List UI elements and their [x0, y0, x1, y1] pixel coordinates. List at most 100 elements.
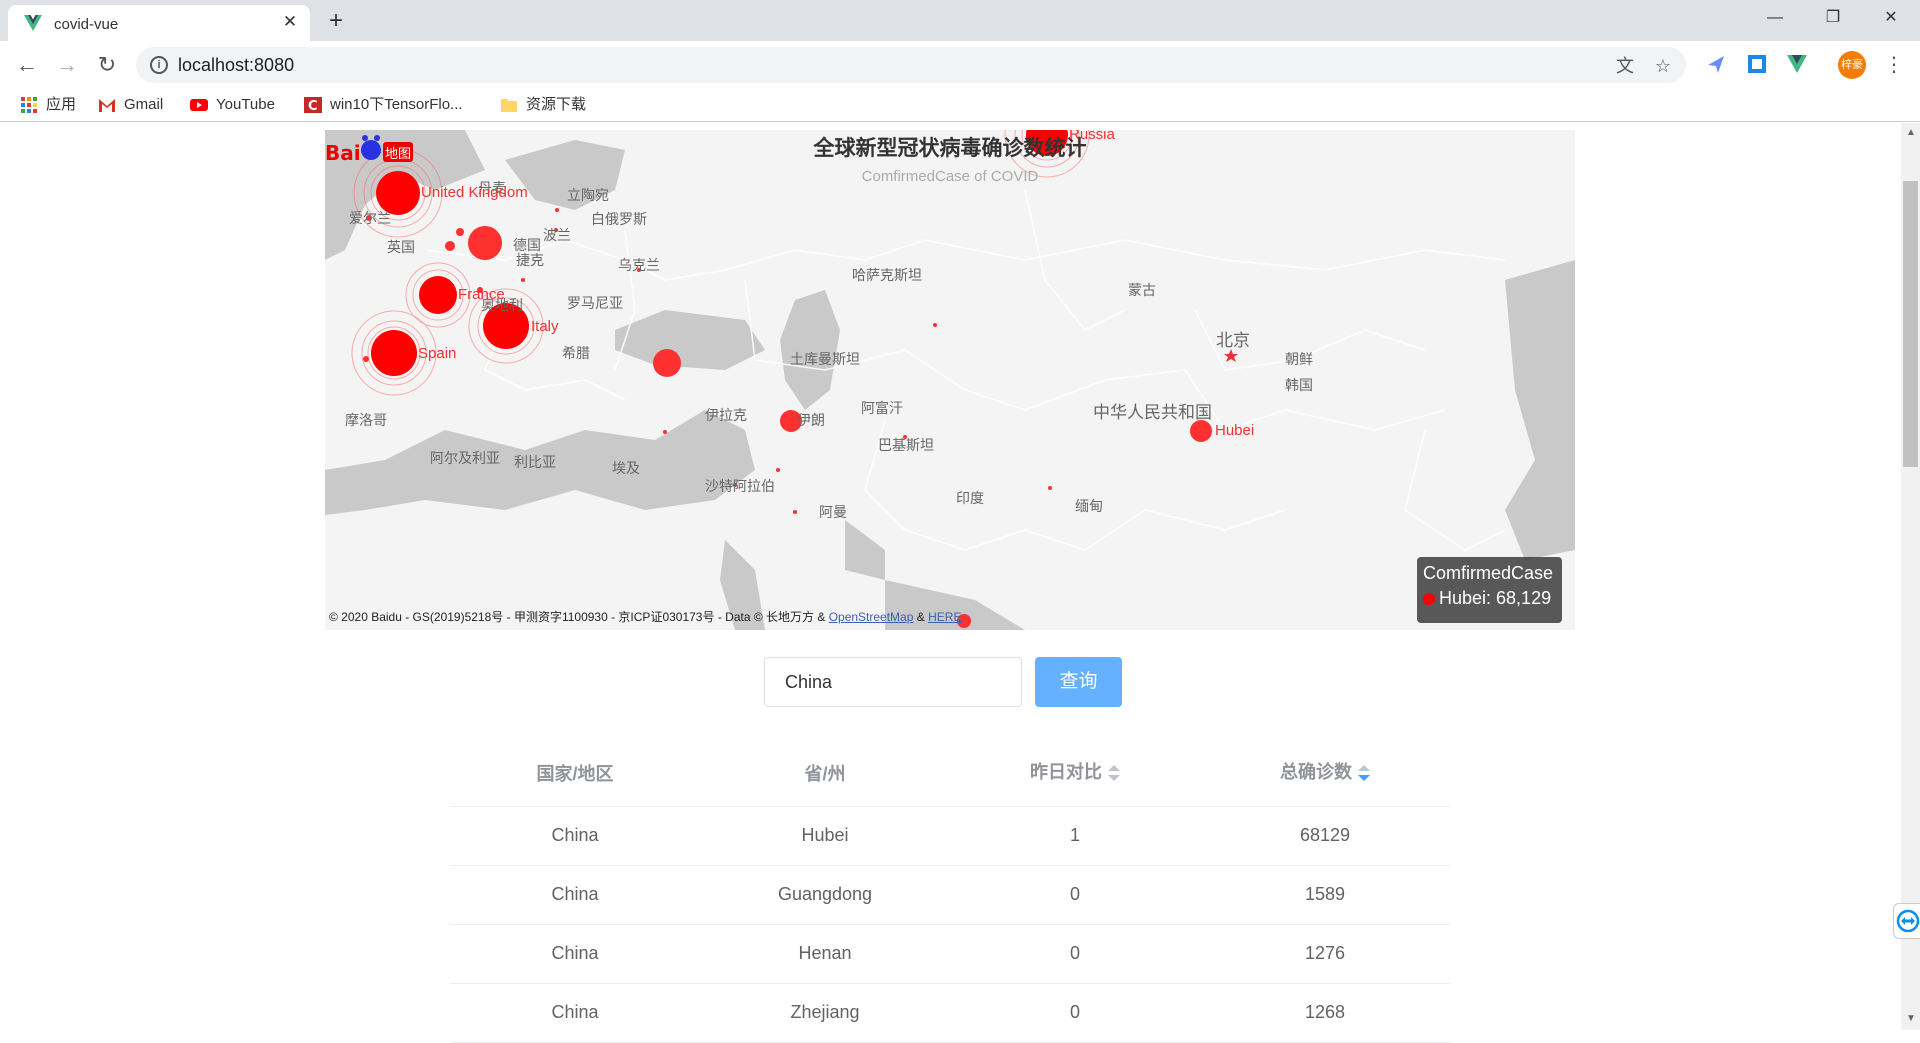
cell-change: 0	[1069, 1002, 1080, 1022]
bookmark-youtube[interactable]: YouTube	[190, 94, 275, 116]
tab-close-icon[interactable]: ✕	[280, 12, 300, 32]
header-daily-change[interactable]: 昨日对比	[950, 758, 1200, 784]
table-row: China Hubei 1 68129	[450, 807, 1450, 866]
profile-avatar[interactable]: 梓豪	[1838, 51, 1866, 79]
apps-grid-icon	[21, 97, 37, 114]
sort-caret-icon[interactable]	[1358, 763, 1370, 783]
address-bar[interactable]: i localhost:8080 文 ☆	[136, 47, 1686, 83]
copyright-amp: &	[916, 610, 925, 624]
map-copyright: © 2020 Baidu - GS(2019)5218号 - 甲测资字11009…	[329, 608, 961, 625]
bookmark-gmail[interactable]: Gmail	[98, 94, 163, 116]
youtube-icon	[190, 99, 208, 112]
cell-country: China	[551, 943, 599, 963]
bookmark-star-icon[interactable]: ☆	[1652, 55, 1674, 77]
place-label: 英国	[387, 239, 415, 255]
extension-bird-icon[interactable]	[1706, 53, 1728, 75]
scroll-down-icon[interactable]: ▼	[1906, 1013, 1916, 1024]
bookmark-folder-downloads[interactable]: 资源下载	[500, 94, 586, 116]
covid-map[interactable]: 全球新型冠状病毒确诊数统计 ComfirmedCase of COVID 爱尔兰…	[325, 130, 1575, 630]
marker-label[interactable]: Italy	[531, 318, 559, 335]
table-row: China Zhejiang 0 1268	[450, 984, 1450, 1043]
cell-total: 1589	[1304, 884, 1346, 904]
table-header: 国家/地区 省/州 昨日对比 总确诊数	[450, 740, 1450, 807]
header-label: 国家/地区	[536, 764, 614, 784]
bookmark-label: win10下TensorFlo...	[330, 96, 463, 113]
close-window-button[interactable]: ✕	[1862, 0, 1920, 36]
place-label: 埃及	[612, 460, 640, 476]
bookmark-tensorflow[interactable]: Cwin10下TensorFlo...	[304, 94, 463, 116]
place-label: 印度	[956, 490, 984, 506]
here-link[interactable]: HERE	[928, 610, 961, 624]
marker-label[interactable]: Russia	[1069, 130, 1115, 143]
cell-province: Hubei	[801, 825, 849, 845]
place-label: 罗马尼亚	[567, 295, 623, 311]
cell-province: Zhejiang	[790, 1002, 860, 1022]
browser-toolbar: ← → ↻ i localhost:8080 文 ☆ 梓豪 ⋮	[0, 41, 1920, 88]
place-label: 土库曼斯坦	[790, 351, 860, 367]
cell-change: 0	[1069, 943, 1080, 963]
cell-country: China	[551, 1002, 599, 1022]
marker-label[interactable]: Spain	[418, 345, 456, 362]
scroll-thumb[interactable]	[1903, 181, 1918, 467]
vue-favicon-icon	[24, 15, 42, 31]
scroll-up-icon[interactable]: ▲	[1906, 127, 1916, 138]
copyright-text: © 2020 Baidu - GS(2019)5218号 - 甲测资字11009…	[329, 610, 826, 624]
gmail-icon	[99, 99, 115, 113]
svg-text:C: C	[308, 99, 318, 113]
cell-province: Guangdong	[777, 884, 873, 904]
reload-button[interactable]: ↻	[92, 50, 122, 80]
place-label: 伊朗	[797, 412, 825, 428]
place-label: 爱尔兰	[349, 210, 391, 226]
place-label: 中华人民共和国	[1093, 403, 1212, 422]
folder-icon	[501, 99, 517, 113]
baidu-logo-icon: Bai 地图	[325, 135, 413, 165]
bookmark-apps[interactable]: 应用	[20, 94, 76, 116]
country-search-input[interactable]	[764, 657, 1022, 707]
place-label: 沙特阿拉伯	[705, 478, 775, 494]
bookmarks-bar: 应用 Gmail YouTube Cwin10下TensorFlo... 资源下…	[0, 88, 1920, 122]
translate-icon[interactable]: 文	[1614, 55, 1636, 77]
sort-caret-icon[interactable]	[1108, 763, 1120, 783]
place-label: 韩国	[1285, 377, 1313, 393]
place-label: 乌克兰	[618, 257, 660, 273]
page-scrollbar[interactable]: ▲ ▼	[1901, 123, 1920, 1030]
site-info-icon[interactable]: i	[150, 56, 168, 74]
tab-title: covid-vue	[54, 16, 119, 33]
teamviewer-widget[interactable]	[1893, 903, 1920, 939]
extension-square-icon[interactable]	[1746, 53, 1768, 75]
minimize-button[interactable]: —	[1746, 0, 1804, 36]
map-background	[325, 130, 1575, 630]
csdn-icon: C	[304, 97, 322, 114]
cell-country: China	[551, 884, 599, 904]
place-label: 白俄罗斯	[591, 211, 647, 227]
forward-button[interactable]: →	[52, 50, 82, 80]
menu-kebab-icon[interactable]: ⋮	[1884, 51, 1904, 79]
header-province: 省/州	[700, 760, 950, 786]
place-label: 哈萨克斯坦	[852, 267, 922, 283]
tooltip-title: ComfirmedCase	[1423, 563, 1554, 583]
place-label: 北京	[1216, 331, 1250, 350]
place-label: 波兰	[543, 227, 571, 243]
place-label: 利比亚	[514, 454, 556, 470]
restore-button[interactable]: ❐	[1804, 0, 1862, 36]
marker-label[interactable]: France	[458, 286, 505, 303]
place-label: 阿曼	[819, 504, 847, 520]
openstreetmap-link[interactable]: OpenStreetMap	[829, 610, 914, 624]
tab-strip: covid-vue ✕ + — ❐ ✕	[0, 0, 1920, 41]
bookmark-label: YouTube	[216, 96, 275, 113]
marker-label[interactable]: Hubei	[1215, 422, 1254, 439]
query-button[interactable]: 查询	[1035, 657, 1122, 707]
url-text: localhost:8080	[178, 55, 295, 75]
new-tab-button[interactable]: +	[322, 8, 350, 34]
header-total-confirmed[interactable]: 总确诊数	[1200, 758, 1450, 784]
cell-total: 1276	[1304, 943, 1346, 963]
place-label: 捷克	[516, 252, 544, 268]
place-label: 朝鲜	[1285, 351, 1313, 367]
svg-text:地图: 地图	[385, 147, 411, 162]
svg-text:Bai: Bai	[325, 141, 361, 165]
back-button[interactable]: ←	[12, 50, 42, 80]
browser-tab[interactable]: covid-vue ✕	[8, 5, 310, 41]
vue-devtools-icon[interactable]	[1786, 53, 1808, 75]
bookmark-label: 资源下载	[526, 96, 587, 113]
marker-label[interactable]: United Kingdom	[421, 184, 528, 201]
